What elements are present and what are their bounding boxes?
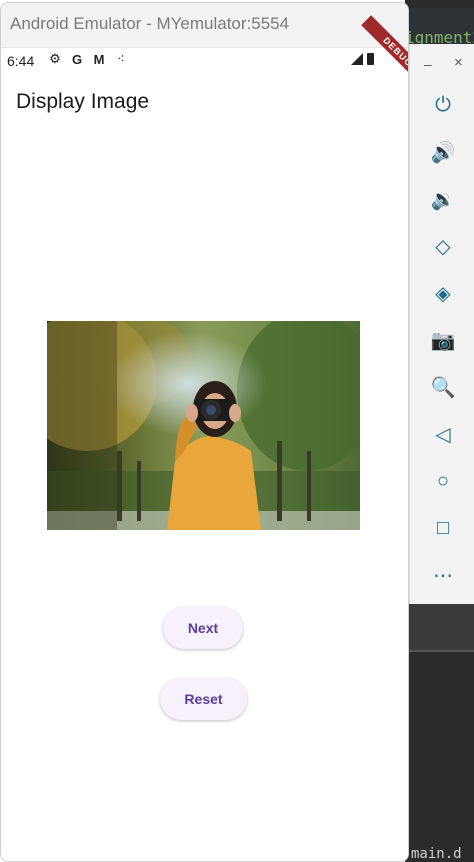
display-image [47,321,360,530]
dots-icon: ⁖ [117,51,125,66]
side-panel-header: – × [410,54,474,74]
gmail-icon: M [93,51,105,67]
ide-separator [405,650,474,652]
ide-lower-panel [405,604,474,862]
photo-illustration [47,321,360,530]
volume-down-icon[interactable]: 🔉 [426,182,460,216]
next-button[interactable]: Next [163,607,243,649]
back-icon[interactable]: ◁ [426,417,460,451]
reset-button[interactable]: Reset [160,678,247,720]
google-icon: G [71,51,83,67]
emulator-window: Android Emulator - MYemulator:5554 6:44 … [0,2,409,862]
zoom-icon[interactable]: 🔍 [426,370,460,404]
status-bar: 6:44 ⚙ G M ⁖ [1,49,408,73]
settings-icon: ⚙ [49,51,61,66]
power-icon[interactable]: ⏻ [426,88,460,122]
volume-up-icon[interactable]: 🔊 [426,135,460,169]
camera-icon[interactable]: 📷 [426,323,460,357]
page-title: Display Image [16,90,150,113]
status-right-icons [351,53,374,65]
home-icon[interactable]: ○ [426,464,460,498]
minimize-button[interactable]: – [424,56,432,72]
status-time: 6:44 [7,53,35,69]
overview-icon[interactable]: □ [426,511,460,545]
signal-icon [351,53,363,65]
emulator-side-panel: – × ⏻ 🔊 🔉 ◇ ◈ 📷 🔍 ◁ ○ □ ⋯ [409,44,474,604]
close-button[interactable]: × [454,54,463,71]
rotate-left-icon[interactable]: ◇ [426,229,460,263]
more-icon[interactable]: ⋯ [426,558,460,592]
ide-band [405,604,474,652]
window-title: Android Emulator - MYemulator:5554 [10,14,290,33]
status-icons: ⚙ G M ⁖ [47,51,129,67]
emulator-title-bar[interactable]: Android Emulator - MYemulator:5554 [1,3,408,48]
rotate-right-icon[interactable]: ◈ [426,276,460,310]
battery-icon [367,53,374,65]
ide-bottom-text: main.d [411,846,462,862]
